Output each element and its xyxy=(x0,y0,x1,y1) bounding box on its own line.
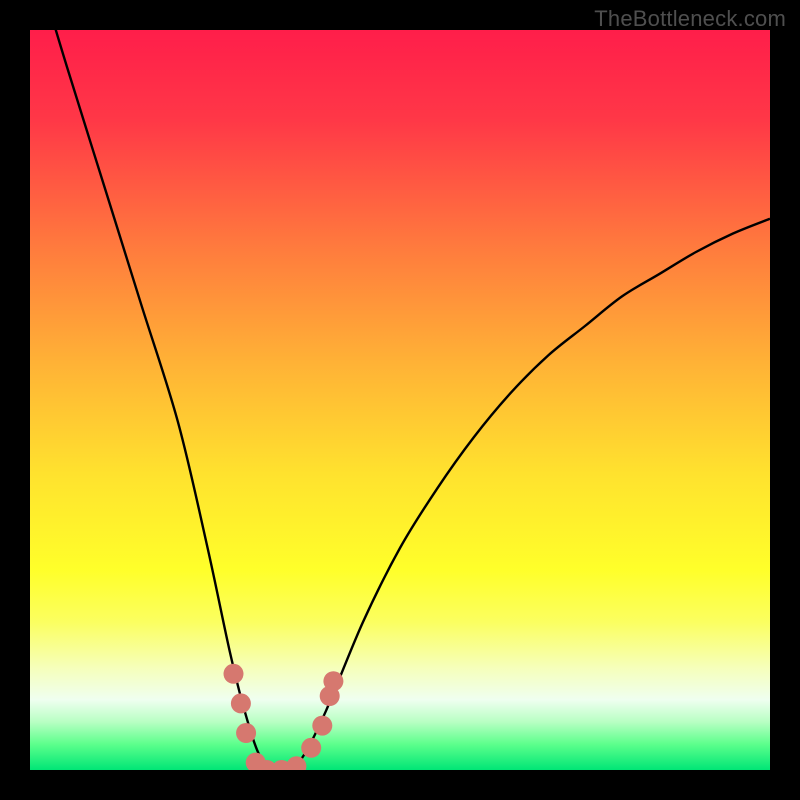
highlight-dot xyxy=(312,716,332,736)
highlight-dot xyxy=(231,693,251,713)
bottleneck-chart xyxy=(30,30,770,770)
plot-area xyxy=(30,30,770,770)
highlight-dot xyxy=(301,738,321,758)
watermark-text: TheBottleneck.com xyxy=(594,6,786,32)
highlight-dot xyxy=(323,671,343,691)
highlight-dot xyxy=(236,723,256,743)
gradient-background xyxy=(30,30,770,770)
chart-frame: TheBottleneck.com xyxy=(0,0,800,800)
highlight-dot xyxy=(224,664,244,684)
